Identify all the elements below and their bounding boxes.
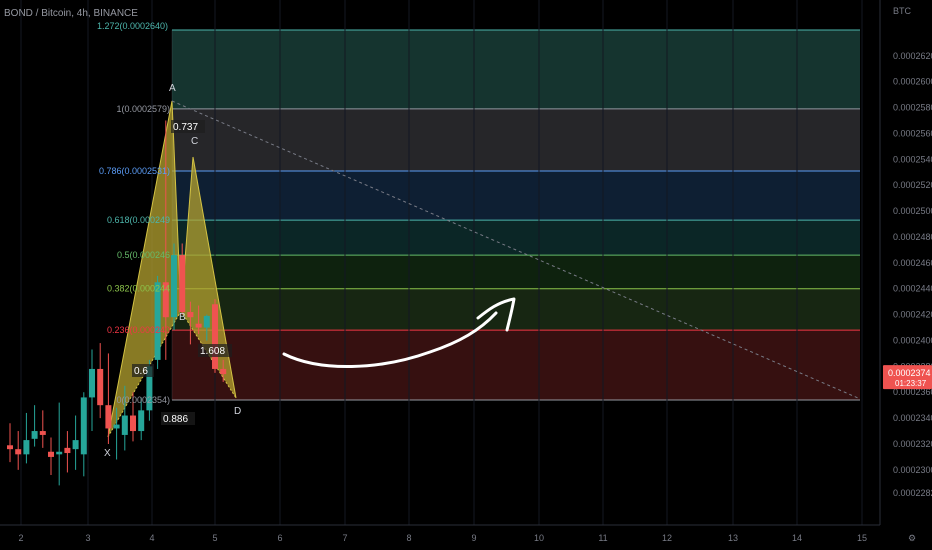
last-price-countdown: 01:23:37 [895, 379, 927, 388]
candle-body [203, 315, 210, 328]
price-tick-label: 0.0002440 [893, 284, 932, 294]
time-tick-label: 13 [728, 533, 738, 543]
price-tick-label: 0.0002400 [893, 335, 932, 345]
candle-body [121, 415, 128, 435]
fib-label-0.5: 0.5(0.000246 [117, 250, 170, 260]
candle-body [48, 451, 54, 457]
candle-body [130, 415, 136, 432]
candle-body [179, 255, 186, 313]
candle-body [212, 304, 218, 369]
candle-body [187, 312, 194, 318]
chart-title: BOND / Bitcoin, 4h, BINANCE [4, 8, 138, 19]
fib-label-0.786: 0.786(0.0002531) [99, 166, 170, 176]
price-tick-label: 0.0002340 [893, 413, 932, 423]
last-price-value: 0.0002374 [888, 368, 931, 378]
price-tick-label: 0.0002282 [893, 488, 932, 498]
fib-label-0.236: 0.236(0.000240 [107, 325, 170, 335]
candle-body [154, 282, 161, 360]
ratio-label: 1.608 [200, 346, 225, 357]
ratio-label: 0.737 [173, 122, 198, 133]
price-tick-label: 0.0002580 [893, 103, 932, 113]
candle-body [171, 255, 177, 318]
time-tick-label: 12 [662, 533, 672, 543]
candle-body [89, 368, 95, 398]
candle-body [64, 447, 71, 454]
price-tick-label: 0.0002620 [893, 51, 932, 61]
fib-zone-0.382 [172, 288, 860, 331]
time-tick-label: 15 [857, 533, 867, 543]
price-tick-label: 0.0002480 [893, 232, 932, 242]
time-tick-label: 2 [18, 533, 23, 543]
candle-body [113, 424, 120, 429]
time-tick-label: 3 [85, 533, 90, 543]
point-label-B: B [179, 312, 186, 323]
price-tick-label: 0.0002420 [893, 310, 932, 320]
point-label-D: D [234, 406, 241, 417]
time-tick-label: 8 [406, 533, 411, 543]
time-tick-label: 10 [534, 533, 544, 543]
ratio-label: 0.6 [134, 366, 148, 377]
price-tick-label: 0.0002320 [893, 439, 932, 449]
candle-body [56, 451, 63, 455]
point-label-A: A [169, 83, 176, 94]
fib-label-1.272: 1.272(0.0002640) [97, 21, 168, 31]
fib-zones [171, 29, 860, 401]
price-tick-label: 0.0002540 [893, 154, 932, 164]
candle-body [7, 445, 13, 450]
chart-canvas[interactable]: 1(0.0002579) 0.786(0.0002531) 0.618(0.0002… [0, 0, 932, 550]
price-tick-label: 0.0002600 [893, 77, 932, 87]
candle-body [80, 397, 87, 455]
point-label-X: X [104, 448, 111, 459]
candle-body [39, 431, 46, 435]
fib-zone-1 [172, 108, 860, 172]
time-tick-label: 9 [471, 533, 476, 543]
price-tick-label: 0.0002520 [893, 180, 932, 190]
fib-zone-1.272 [172, 30, 860, 109]
fib-zone-0.236 [172, 330, 860, 400]
price-tick-label: 0.0002460 [893, 258, 932, 268]
time-tick-label: 14 [792, 533, 802, 543]
point-label-C: C [191, 136, 198, 147]
candle-body [138, 410, 145, 432]
candle-body [15, 449, 22, 455]
price-axis-unit: BTC [893, 6, 912, 16]
candle-body [72, 440, 79, 450]
time-tick-label: 4 [149, 533, 154, 543]
fib-label-0.618: 0.618(0.000249 [107, 215, 170, 225]
fib-label-0.382: 0.382(0.000244 [107, 284, 170, 294]
fib-label-0: 0(0.0002354) [116, 395, 170, 405]
fib-zone-0.786 [172, 171, 860, 221]
candle-body [97, 368, 104, 406]
ratio-label: 0.886 [163, 414, 188, 425]
price-tick-label: 0.0002560 [893, 128, 932, 138]
candle-body [23, 440, 30, 455]
settings-gear-icon: ⚙ [908, 533, 916, 543]
time-tick-label: 11 [598, 533, 607, 543]
time-tick-label: 5 [212, 533, 217, 543]
time-tick-label: 7 [342, 533, 347, 543]
price-tick-label: 0.0002300 [893, 465, 932, 475]
candle-body [220, 368, 227, 375]
candle-body [105, 405, 112, 429]
time-tick-label: 6 [277, 533, 282, 543]
candle-body [31, 431, 38, 439]
price-tick-label: 0.0002500 [893, 206, 932, 216]
fib-label-1: 1(0.0002579) [116, 104, 170, 114]
fib-zone-0.5 [172, 255, 860, 289]
candle-body [195, 323, 202, 328]
